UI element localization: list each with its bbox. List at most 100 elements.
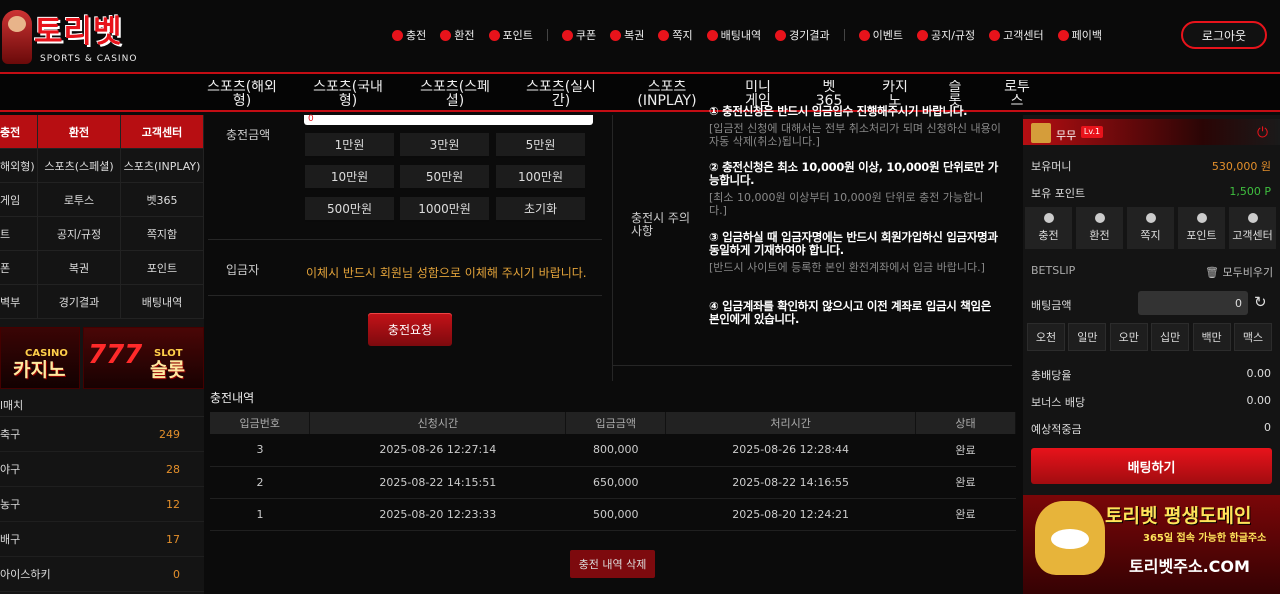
refresh-icon[interactable]: ↻	[1254, 293, 1267, 311]
nav-charge[interactable]: 충전	[392, 27, 426, 43]
clear-all-button[interactable]: 🗑 모두비우기	[1205, 264, 1273, 280]
amount-button[interactable]: 500만원	[305, 197, 394, 222]
amount-button[interactable]: 50만원	[400, 165, 489, 190]
chip-button[interactable]: 오만	[1109, 323, 1148, 351]
nav-lottery[interactable]: 복권	[610, 27, 644, 43]
cell: 2025-08-22 14:16:55	[665, 466, 916, 499]
nav-notice[interactable]: 공지/규정	[916, 27, 975, 43]
nav-support[interactable]: 고객센터	[989, 27, 1044, 43]
betslip-title: BETSLIP	[1031, 264, 1076, 277]
amount-input[interactable]: 0	[304, 115, 593, 125]
quick-point[interactable]: 포인트	[121, 251, 204, 285]
quick-payback[interactable]: 벽부	[0, 285, 38, 319]
withdraw-shortcut[interactable]: 환전	[1076, 207, 1123, 249]
match-header: l매치	[0, 393, 204, 417]
casino-banner[interactable]: CASINO 카지노	[0, 327, 80, 389]
site-logo[interactable]: 토리벳 SPORTS & CASINO	[0, 4, 160, 66]
nav-coupon[interactable]: 쿠폰	[561, 27, 596, 43]
match-item[interactable]: 배구 17	[0, 522, 204, 557]
amount-button[interactable]: 10만원	[305, 165, 394, 190]
main-menu: 스포츠(해외형) 스포츠(국내형) 스포츠(스페셜) 스포츠(실시간) 스포츠(…	[0, 72, 1280, 112]
reset-amount-button[interactable]: 초기화	[496, 197, 585, 222]
match-item[interactable]: 축구 249	[0, 417, 204, 452]
quick-results[interactable]: 경기결과	[38, 285, 121, 319]
amount-button[interactable]: 5만원	[496, 133, 585, 158]
quick-charge[interactable]: 충전	[0, 115, 38, 149]
quick-inplay[interactable]: 스포츠(INPLAY)	[121, 149, 204, 183]
quick-withdraw[interactable]: 환전	[38, 115, 121, 149]
bet-amount-input[interactable]: 0	[1138, 291, 1248, 315]
delete-history-button[interactable]: 충전 내역 삭제	[570, 550, 655, 578]
megaphone-icon	[916, 29, 928, 41]
place-bet-button[interactable]: 배팅하기	[1031, 448, 1272, 484]
menu-sports-domestic[interactable]: 스포츠(국내형)	[311, 80, 385, 110]
slot-banner[interactable]: 777 SLOT 슬롯	[83, 327, 204, 389]
logout-button[interactable]: 로그아웃	[1181, 21, 1267, 49]
slot-banner-label: 슬롯	[150, 359, 185, 381]
quick-notice[interactable]: 공지/규정	[38, 217, 121, 251]
chip-button[interactable]: 오천	[1027, 323, 1065, 351]
quick-inbox[interactable]: 쪽지함	[121, 217, 204, 251]
quick-lotus[interactable]: 로투스	[38, 183, 121, 217]
mascot-icon	[2, 10, 32, 64]
message-shortcut[interactable]: 쪽지	[1127, 207, 1174, 249]
amount-button[interactable]: 1000만원	[400, 197, 489, 222]
quick-support[interactable]: 고객센터	[121, 115, 204, 149]
quick-bet-history[interactable]: 배팅내역	[121, 285, 204, 319]
match-item[interactable]: 야구 28	[0, 452, 204, 487]
amount-label: 충전금액	[226, 128, 271, 142]
chip-button[interactable]: 일만	[1068, 323, 1107, 351]
nav-point[interactable]: 포인트	[488, 27, 533, 43]
bonus-row: 보너스 배당 0.00	[1031, 394, 1271, 410]
match-item[interactable]: 농구 12	[0, 487, 204, 522]
bet-amount-label-row: 배팅금액	[1031, 297, 1131, 313]
nav-results[interactable]: 경기결과	[775, 27, 830, 43]
cell: 1	[210, 498, 310, 531]
point-shortcut[interactable]: 포인트	[1178, 207, 1225, 249]
balance-label: 보유머니	[1031, 160, 1072, 173]
nav-bet-history[interactable]: 배팅내역	[706, 27, 761, 43]
nav-payback[interactable]: 페이백	[1057, 27, 1102, 43]
nav-event[interactable]: 이벤트	[858, 27, 903, 43]
charge-icon	[392, 29, 403, 41]
money-bag-icon	[1094, 213, 1105, 223]
support-shortcut[interactable]: 고객센터	[1229, 207, 1276, 249]
quick-bet365[interactable]: 벳365	[121, 183, 204, 217]
support-icon	[989, 29, 1001, 41]
amount-button[interactable]: 1만원	[305, 133, 394, 158]
quick-coupon[interactable]: 폰	[0, 251, 38, 285]
nav-withdraw[interactable]: 환전	[440, 27, 475, 43]
amount-button[interactable]: 3만원	[400, 133, 489, 158]
charge-request-button[interactable]: 충전요청	[368, 313, 452, 346]
match-count: 249	[159, 427, 180, 441]
menu-lotus[interactable]: 로투스	[1002, 80, 1032, 110]
chip-button[interactable]: 맥스	[1233, 323, 1272, 351]
cell: 완료	[915, 466, 1016, 499]
nav-message[interactable]: 쪽지	[658, 27, 693, 43]
amount-button[interactable]: 100만원	[496, 165, 585, 190]
quick-minigame[interactable]: 게임	[0, 183, 38, 217]
menu-sports-inplay[interactable]: 스포츠(INPLAY)	[630, 80, 704, 110]
menu-sports-overseas[interactable]: 스포츠(해외형)	[205, 80, 279, 110]
column-header: 입금번호	[210, 412, 311, 434]
notice-4-title: ④ 입금계좌를 확인하지 않으시고 이전 계좌로 입금시 책임은 본인에게 있습…	[709, 299, 992, 326]
menu-sports-live[interactable]: 스포츠(실시간)	[524, 80, 598, 110]
quick-special[interactable]: 스포츠(스페셜)	[38, 149, 121, 183]
chip-button[interactable]: 십만	[1151, 323, 1190, 351]
domain-promo-banner[interactable]: 토리벳 평생도메인 365일 접속 가능한 한글주소 토리벳주소.COM	[1023, 495, 1280, 594]
menu-sports-special[interactable]: 스포츠(스페셜)	[418, 80, 492, 110]
quick-event[interactable]: 트	[0, 217, 38, 251]
points-label: 보유 포인트	[1031, 187, 1086, 200]
quick-lottery[interactable]: 복권	[38, 251, 121, 285]
chip-button[interactable]: 백만	[1192, 323, 1231, 351]
level-badge: Lv.1	[1081, 126, 1103, 138]
match-name: 농구	[0, 498, 21, 511]
power-icon[interactable]: ⏻	[1257, 125, 1268, 141]
charge-history-table: 입금번호 신청시간 입금금액 처리시간 상태 3 2025-08-26 12:27…	[210, 412, 1016, 531]
charge-shortcut[interactable]: 충전	[1025, 207, 1072, 249]
nav-label: 환전	[454, 29, 475, 42]
quick-overseas[interactable]: 해외형)	[0, 149, 38, 183]
charge-form: 0 충전금액 1만원 3만원 5만원 10만원 50만원 100만원 500만원…	[208, 105, 1012, 381]
match-item[interactable]: 아이스하키 0	[0, 557, 204, 592]
nav-label: 충전	[406, 29, 427, 42]
